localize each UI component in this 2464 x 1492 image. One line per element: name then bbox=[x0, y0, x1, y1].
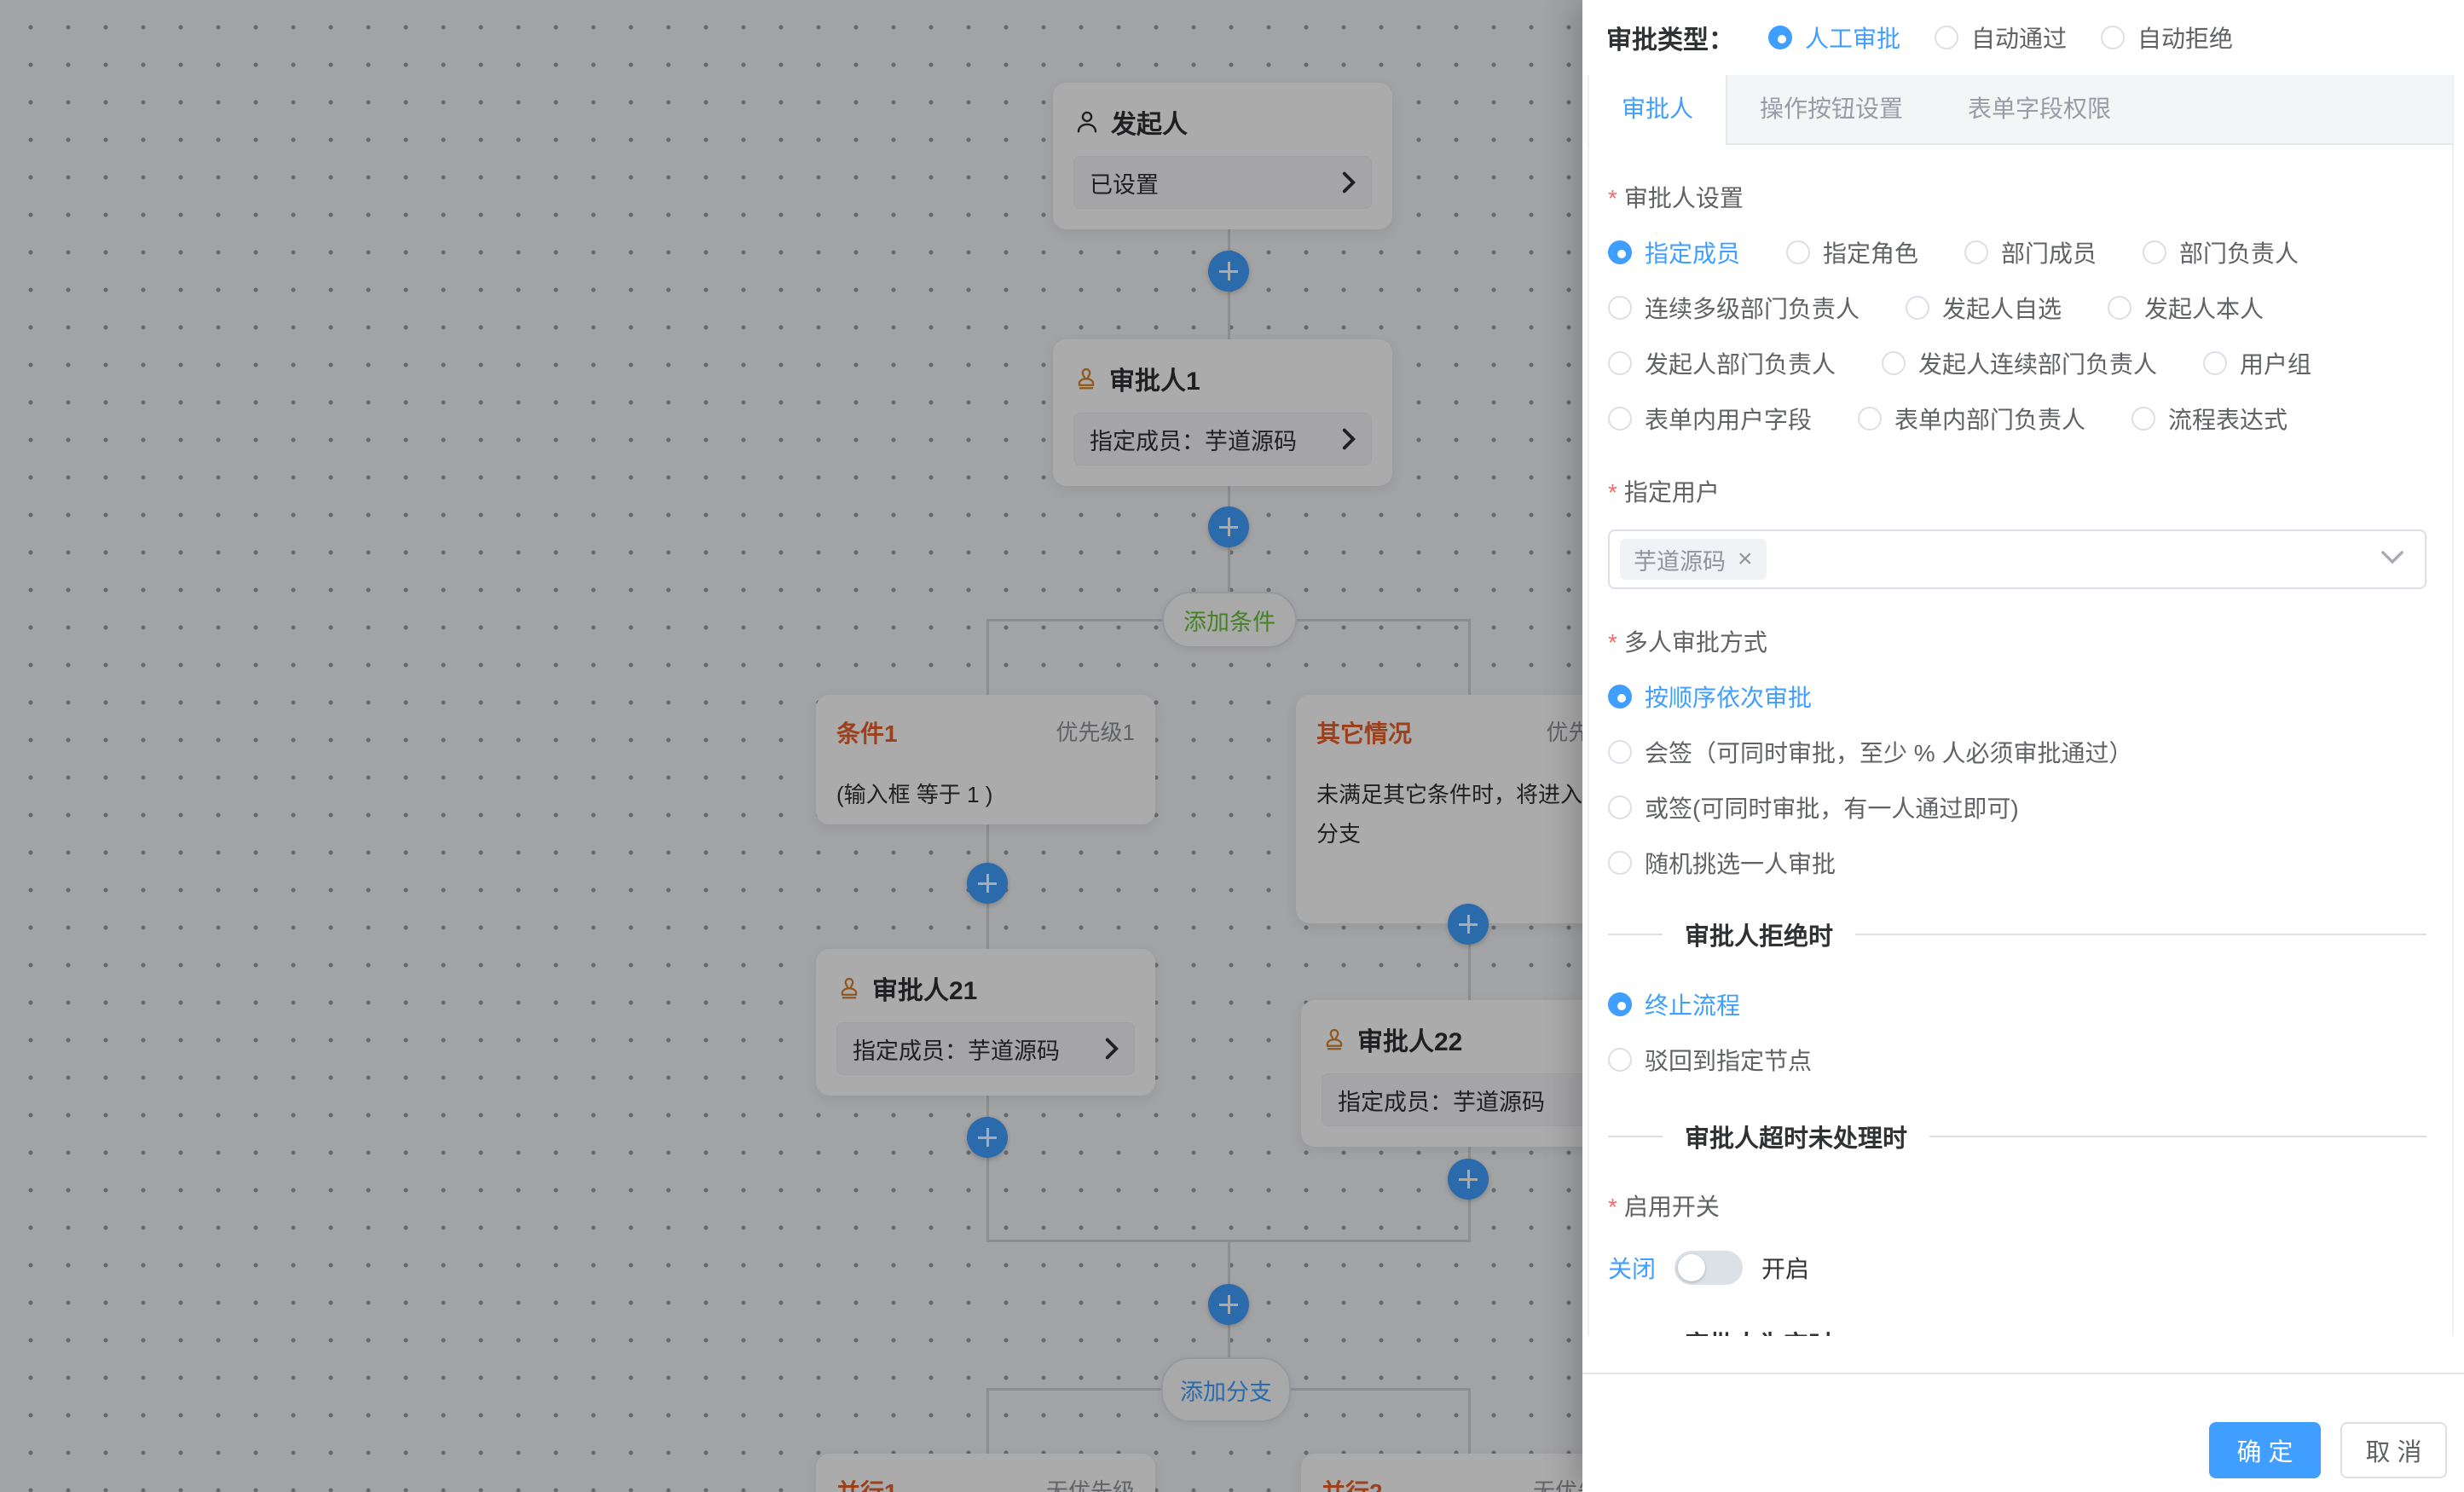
radio-item: 或签(可同时审批，有一人通过即可) bbox=[1608, 790, 2426, 824]
radio-item: 会签（可同时审批，至少 % 人必须审批通过） bbox=[1608, 735, 2426, 769]
approval-type-row: 审批类型： 人工审批 自动通过 自动拒绝 bbox=[1582, 0, 2464, 75]
radio-return-to-node[interactable]: 驳回到指定节点 bbox=[1608, 1043, 1812, 1077]
radio-starter-dept-leader[interactable]: 发起人部门负责人 bbox=[1608, 346, 1836, 380]
radio-item: 按顺序依次审批 bbox=[1608, 679, 2426, 714]
radio-dot bbox=[1935, 26, 1958, 49]
user-tag: 芋道源码 × bbox=[1620, 539, 1767, 580]
enable-switch-label: 启用开关 bbox=[1608, 1193, 2426, 1222]
reject-section-divider: 审批人拒绝时 bbox=[1608, 917, 2426, 951]
switch-on-label: 开启 bbox=[1761, 1251, 1809, 1285]
radio-dot bbox=[1608, 992, 1632, 1016]
radio-dot bbox=[1964, 240, 1988, 264]
radio-assigned-member[interactable]: 指定成员 bbox=[1608, 235, 1740, 269]
radio-starter-self[interactable]: 发起人本人 bbox=[2108, 291, 2264, 325]
empty-approver-title: 审批人为空时 bbox=[1685, 1325, 1833, 1336]
radio-form-user-field[interactable]: 表单内用户字段 bbox=[1608, 402, 1812, 436]
radio-process-expression[interactable]: 流程表达式 bbox=[2131, 402, 2288, 436]
user-tag-text: 芋道源码 bbox=[1634, 543, 1726, 576]
radio-starter-multi-dept-leader[interactable]: 发起人连续部门负责人 bbox=[1882, 346, 2157, 380]
tab-form-field-permission[interactable]: 表单字段权限 bbox=[1935, 75, 2143, 143]
timeout-section-divider: 审批人超时未处理时 bbox=[1608, 1119, 2426, 1154]
radio-item: 终止流程 bbox=[1608, 987, 2426, 1021]
approver-setting-row: 发起人部门负责人 发起人连续部门负责人 用户组 bbox=[1608, 346, 2426, 380]
tab-button-settings[interactable]: 操作按钮设置 bbox=[1727, 75, 1935, 143]
radio-dot bbox=[1906, 296, 1929, 320]
approver-setting-label: 审批人设置 bbox=[1608, 184, 2426, 213]
reject-section-title: 审批人拒绝时 bbox=[1685, 917, 1833, 952]
approver-setting-row: 连续多级部门负责人 发起人自选 发起人本人 bbox=[1608, 291, 2426, 325]
radio-auto-reject[interactable]: 自动拒绝 bbox=[2101, 20, 2233, 55]
radio-dept-member[interactable]: 部门成员 bbox=[1964, 235, 2097, 269]
radio-dot bbox=[1608, 795, 1632, 819]
drawer-tabs: 审批人 操作按钮设置 表单字段权限 bbox=[1588, 75, 2454, 145]
radio-dot bbox=[1608, 407, 1632, 431]
radio-random-one[interactable]: 随机挑选一人审批 bbox=[1608, 846, 1836, 880]
radio-dot bbox=[1768, 26, 1792, 49]
radio-countersign[interactable]: 会签（可同时审批，至少 % 人必须审批通过） bbox=[1608, 735, 2132, 769]
radio-dot bbox=[2131, 407, 2155, 431]
tag-close-icon[interactable]: × bbox=[1738, 546, 1753, 572]
radio-item: 驳回到指定节点 bbox=[1608, 1043, 2426, 1077]
switch-off-label: 关闭 bbox=[1608, 1251, 1656, 1285]
approver-setting-row: 表单内用户字段 表单内部门负责人 流程表达式 bbox=[1608, 402, 2426, 436]
drawer-gap bbox=[1582, 1336, 2464, 1373]
approval-type-label: 审批类型： bbox=[1606, 19, 1734, 56]
assigned-user-select[interactable]: 芋道源码 × bbox=[1608, 529, 2426, 589]
radio-dot bbox=[2108, 296, 2131, 320]
drawer-footer: 确 定 取 消 bbox=[1582, 1373, 2464, 1492]
radio-item: 随机挑选一人审批 bbox=[1608, 846, 2426, 880]
radio-assigned-role[interactable]: 指定角色 bbox=[1786, 235, 1918, 269]
radio-dot bbox=[1608, 740, 1632, 764]
radio-dot bbox=[1608, 1048, 1632, 1072]
empty-approver-divider: 审批人为空时 bbox=[1608, 1326, 2426, 1336]
timeout-section-title: 审批人超时未处理时 bbox=[1685, 1119, 1907, 1154]
radio-dot bbox=[1786, 240, 1810, 264]
radio-dot bbox=[1608, 351, 1632, 375]
radio-auto-approve[interactable]: 自动通过 bbox=[1935, 20, 2067, 55]
radio-dot bbox=[1882, 351, 1906, 375]
enable-toggle[interactable] bbox=[1674, 1251, 1743, 1285]
radio-dot bbox=[1858, 407, 1882, 431]
tab-approver[interactable]: 审批人 bbox=[1589, 75, 1727, 145]
radio-multi-level-dept-leader[interactable]: 连续多级部门负责人 bbox=[1608, 291, 1860, 325]
radio-dept-leader[interactable]: 部门负责人 bbox=[2143, 235, 2299, 269]
multi-approve-label: 多人审批方式 bbox=[1608, 628, 2426, 657]
radio-dot bbox=[2143, 240, 2166, 264]
radio-user-group[interactable]: 用户组 bbox=[2203, 346, 2311, 380]
radio-sequential-approve[interactable]: 按顺序依次审批 bbox=[1608, 679, 1812, 714]
enable-switch-row: 关闭 开启 bbox=[1608, 1247, 2426, 1288]
approver-setting-row: 指定成员 指定角色 部门成员 部门负责人 bbox=[1608, 235, 2426, 269]
radio-terminate-process[interactable]: 终止流程 bbox=[1608, 987, 1740, 1021]
radio-dot bbox=[2101, 26, 2125, 49]
toggle-knob bbox=[1678, 1254, 1705, 1281]
radio-form-dept-leader[interactable]: 表单内部门负责人 bbox=[1858, 402, 2085, 436]
radio-dot bbox=[1608, 851, 1632, 875]
assigned-user-label: 指定用户 bbox=[1608, 478, 2426, 507]
radio-starter-select[interactable]: 发起人自选 bbox=[1906, 291, 2062, 325]
radio-manual-approve[interactable]: 人工审批 bbox=[1768, 20, 1900, 55]
confirm-button[interactable]: 确 定 bbox=[2209, 1422, 2321, 1478]
cancel-button[interactable]: 取 消 bbox=[2340, 1422, 2447, 1478]
radio-dot bbox=[1608, 685, 1632, 708]
modal-overlay[interactable] bbox=[0, 0, 1582, 1492]
radio-dot bbox=[1608, 240, 1632, 264]
drawer-body[interactable]: 审批人设置 指定成员 指定角色 部门成员 部门负责人 连续多级部门负责人 发起人… bbox=[1588, 145, 2454, 1336]
radio-dot bbox=[2203, 351, 2227, 375]
radio-or-sign[interactable]: 或签(可同时审批，有一人通过即可) bbox=[1608, 790, 2019, 824]
radio-dot bbox=[1608, 296, 1632, 320]
approver-settings-drawer: 审批类型： 人工审批 自动通过 自动拒绝 审批人 操作按钮设置 表单字段权限 审… bbox=[1582, 0, 2464, 1492]
chevron-down-icon bbox=[2380, 550, 2404, 569]
